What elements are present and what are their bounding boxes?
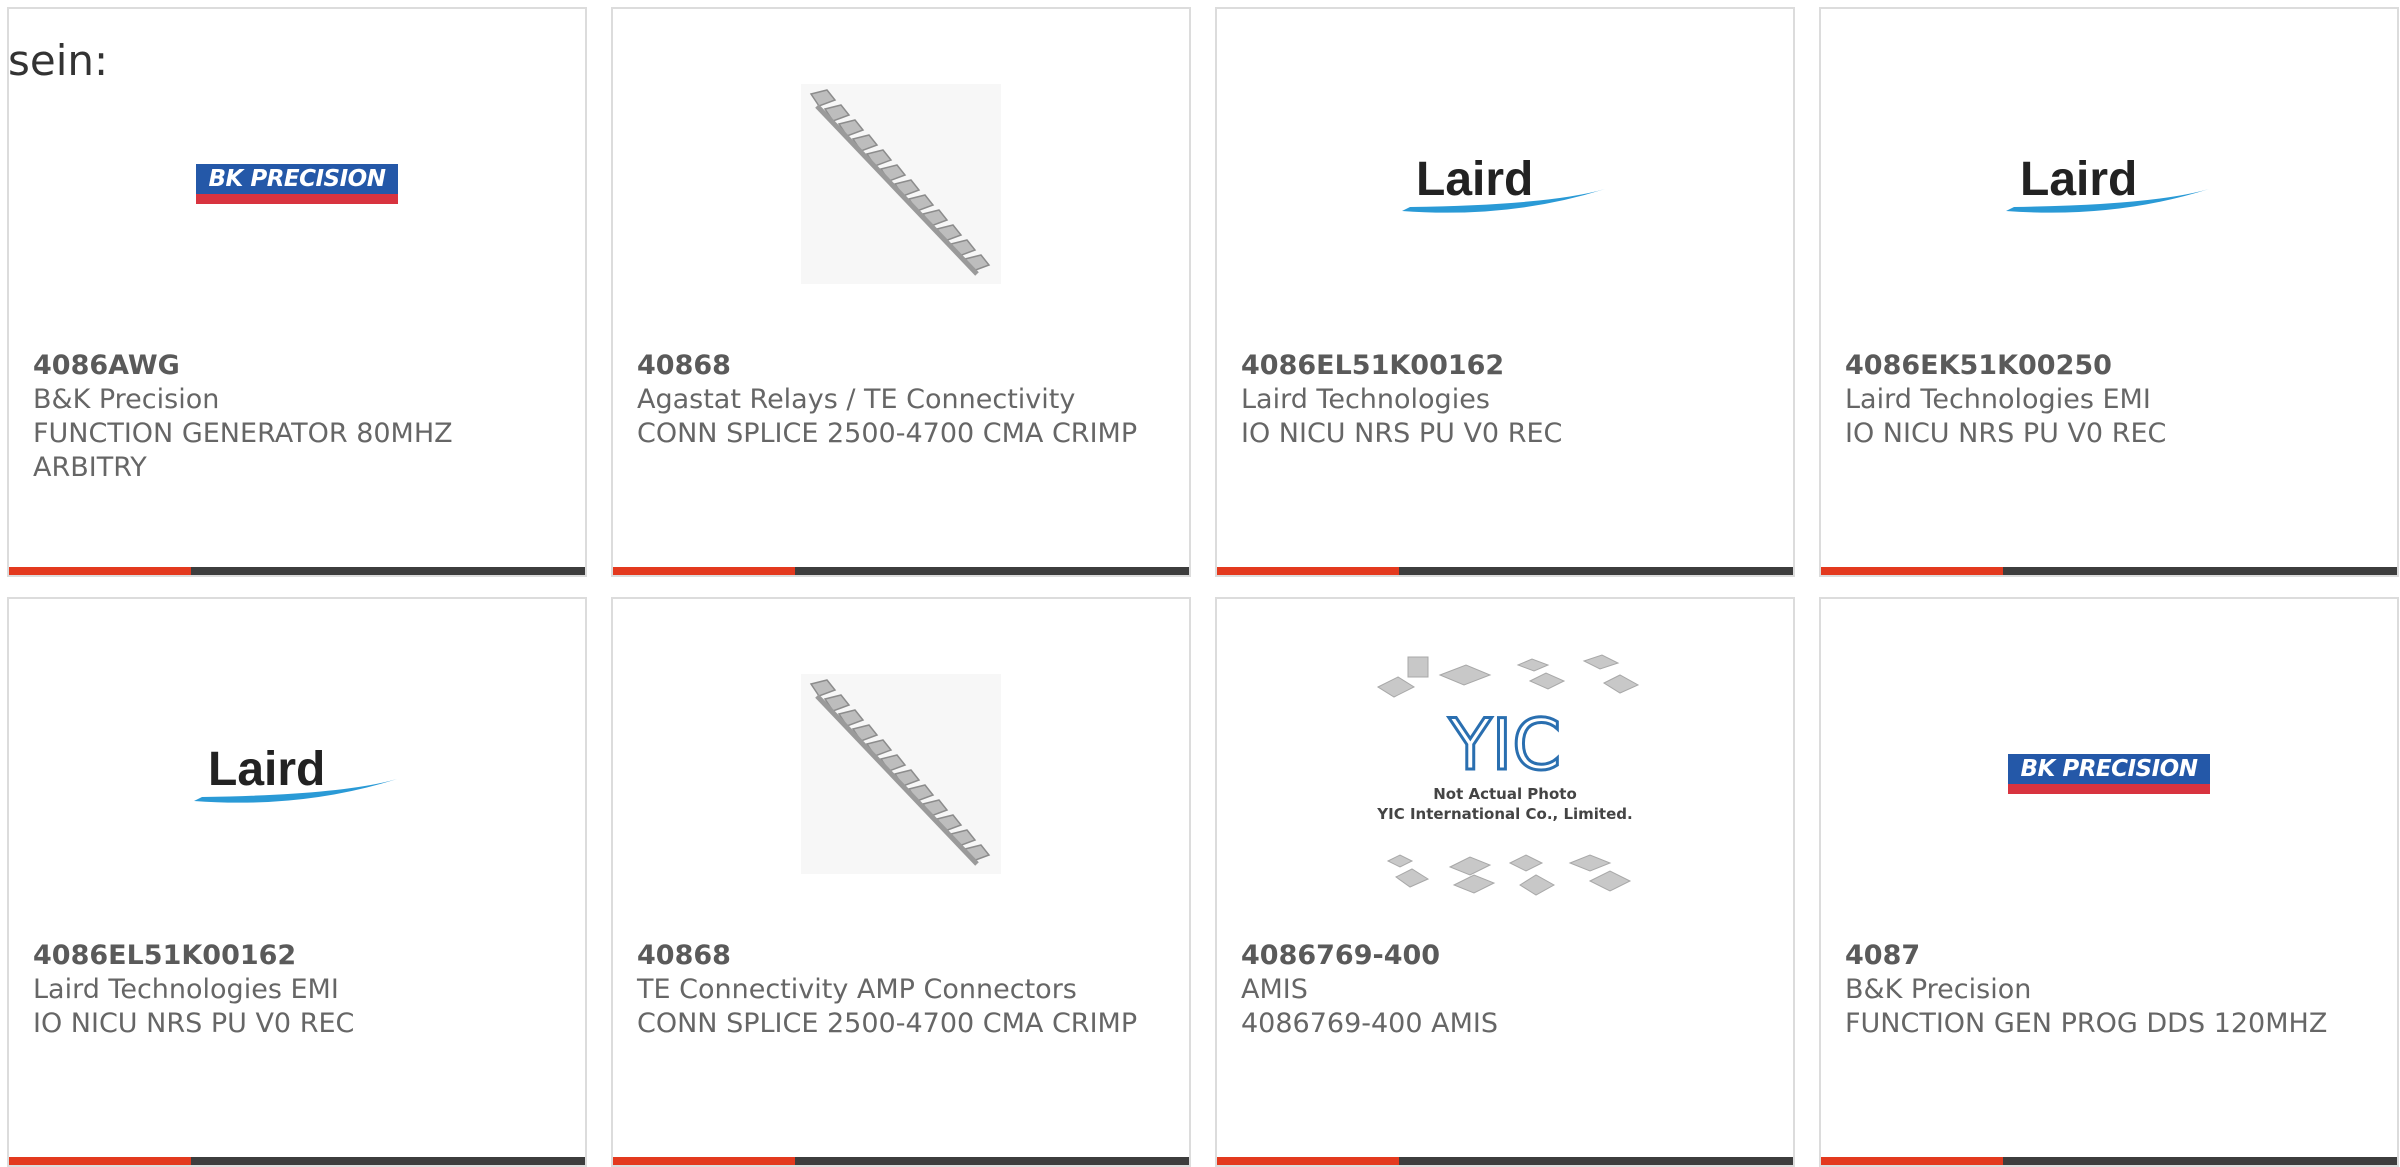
description: 4086769-400 AMIS	[1241, 1008, 1498, 1039]
part-number[interactable]: 4086EL51K00162	[1241, 349, 1769, 383]
manufacturer: TE Connectivity AMP Connectors	[637, 974, 1077, 1005]
card-bottom-bar	[1821, 1157, 2397, 1165]
bk-precision-logo: BK PRECISION	[2008, 754, 2210, 794]
product-card[interactable]: YIC Not Actual Photo YIC International C…	[1215, 597, 1795, 1167]
description: IO NICU NRS PU V0 REC	[1845, 418, 2167, 449]
card-bottom-bar	[613, 1157, 1189, 1165]
svg-text:Laird: Laird	[208, 743, 325, 796]
part-number[interactable]: 40868	[637, 349, 1165, 383]
description: FUNCTION GEN PROG DDS 120MHZ	[1845, 1008, 2328, 1039]
card-bottom-bar	[1217, 567, 1793, 575]
splice-strip-photo	[801, 84, 1001, 284]
laird-logo: Laird	[2006, 153, 2209, 213]
product-info: 4087 B&K Precision FUNCTION GEN PROG DDS…	[1845, 939, 2373, 1041]
product-info: 40868 Agastat Relays / TE Connectivity C…	[637, 349, 1165, 451]
product-info: 4086769-400 AMIS 4086769-400 AMIS	[1241, 939, 1769, 1041]
svg-text:Not Actual Photo: Not Actual Photo	[1433, 785, 1577, 803]
product-card[interactable]: BK PRECISION 4086AWG B&K Precision FUNCT…	[7, 7, 587, 577]
product-info: 4086EL51K00162 Laird Technologies EMI IO…	[33, 939, 561, 1041]
part-number[interactable]: 4086EK51K00250	[1845, 349, 2373, 383]
product-image[interactable]: YIC Not Actual Photo YIC International C…	[1217, 639, 1793, 909]
svg-text:Laird: Laird	[2020, 153, 2137, 206]
product-card[interactable]: BK PRECISION 4087 B&K Precision FUNCTION…	[1819, 597, 2399, 1167]
part-number[interactable]: 4086EL51K00162	[33, 939, 561, 973]
product-info: 4086EK51K00250 Laird Technologies EMI IO…	[1845, 349, 2373, 451]
manufacturer: AMIS	[1241, 974, 1308, 1005]
product-image[interactable]: Laird	[1821, 49, 2397, 319]
product-image[interactable]	[613, 639, 1189, 909]
manufacturer: B&K Precision	[1845, 974, 2032, 1005]
svg-text:YIC: YIC	[1448, 704, 1561, 786]
product-info: 4086EL51K00162 Laird Technologies IO NIC…	[1241, 349, 1769, 451]
splice-strip-photo	[801, 674, 1001, 874]
laird-logo: Laird	[194, 743, 397, 803]
product-card[interactable]: 40868 Agastat Relays / TE Connectivity C…	[611, 7, 1191, 577]
manufacturer: Laird Technologies EMI	[33, 974, 339, 1005]
product-image[interactable]: BK PRECISION	[9, 49, 585, 319]
product-image[interactable]: BK PRECISION	[1821, 639, 2397, 909]
manufacturer: Laird Technologies	[1241, 384, 1490, 415]
description: IO NICU NRS PU V0 REC	[1241, 418, 1563, 449]
product-image[interactable]: Laird	[1217, 49, 1793, 319]
description: IO NICU NRS PU V0 REC	[33, 1008, 355, 1039]
product-card[interactable]: Laird 4086EL51K00162 Laird Technologies …	[1215, 7, 1795, 577]
manufacturer: Laird Technologies EMI	[1845, 384, 2151, 415]
product-image[interactable]	[613, 49, 1189, 319]
manufacturer: Agastat Relays / TE Connectivity	[637, 384, 1076, 415]
description: CONN SPLICE 2500-4700 CMA CRIMP	[637, 418, 1138, 449]
svg-text:YIC International Co., Limited: YIC International Co., Limited.	[1376, 805, 1632, 823]
part-number[interactable]: 4087	[1845, 939, 2373, 973]
description: FUNCTION GENERATOR 80MHZ ARBITRY	[33, 418, 453, 483]
part-number[interactable]: 40868	[637, 939, 1165, 973]
product-info: 4086AWG B&K Precision FUNCTION GENERATOR…	[33, 349, 561, 485]
product-grid: BK PRECISION 4086AWG B&K Precision FUNCT…	[7, 7, 2399, 1167]
card-bottom-bar	[9, 567, 585, 575]
product-image[interactable]: Laird	[9, 639, 585, 909]
yic-placeholder-image: YIC Not Actual Photo YIC International C…	[1376, 654, 1640, 896]
svg-text:Laird: Laird	[1416, 153, 1533, 206]
product-card[interactable]: 40868 TE Connectivity AMP Connectors CON…	[611, 597, 1191, 1167]
product-info: 40868 TE Connectivity AMP Connectors CON…	[637, 939, 1165, 1041]
card-bottom-bar	[1217, 1157, 1793, 1165]
bk-precision-logo: BK PRECISION	[196, 164, 398, 204]
laird-logo: Laird	[1402, 153, 1605, 213]
product-card[interactable]: Laird 4086EK51K00250 Laird Technologies …	[1819, 7, 2399, 577]
part-number[interactable]: 4086AWG	[33, 349, 561, 383]
card-bottom-bar	[9, 1157, 585, 1165]
intro-text: sein:	[8, 36, 109, 85]
manufacturer: B&K Precision	[33, 384, 220, 415]
description: CONN SPLICE 2500-4700 CMA CRIMP	[637, 1008, 1138, 1039]
product-card[interactable]: Laird 4086EL51K00162 Laird Technologies …	[7, 597, 587, 1167]
card-bottom-bar	[1821, 567, 2397, 575]
part-number[interactable]: 4086769-400	[1241, 939, 1769, 973]
card-bottom-bar	[613, 567, 1189, 575]
